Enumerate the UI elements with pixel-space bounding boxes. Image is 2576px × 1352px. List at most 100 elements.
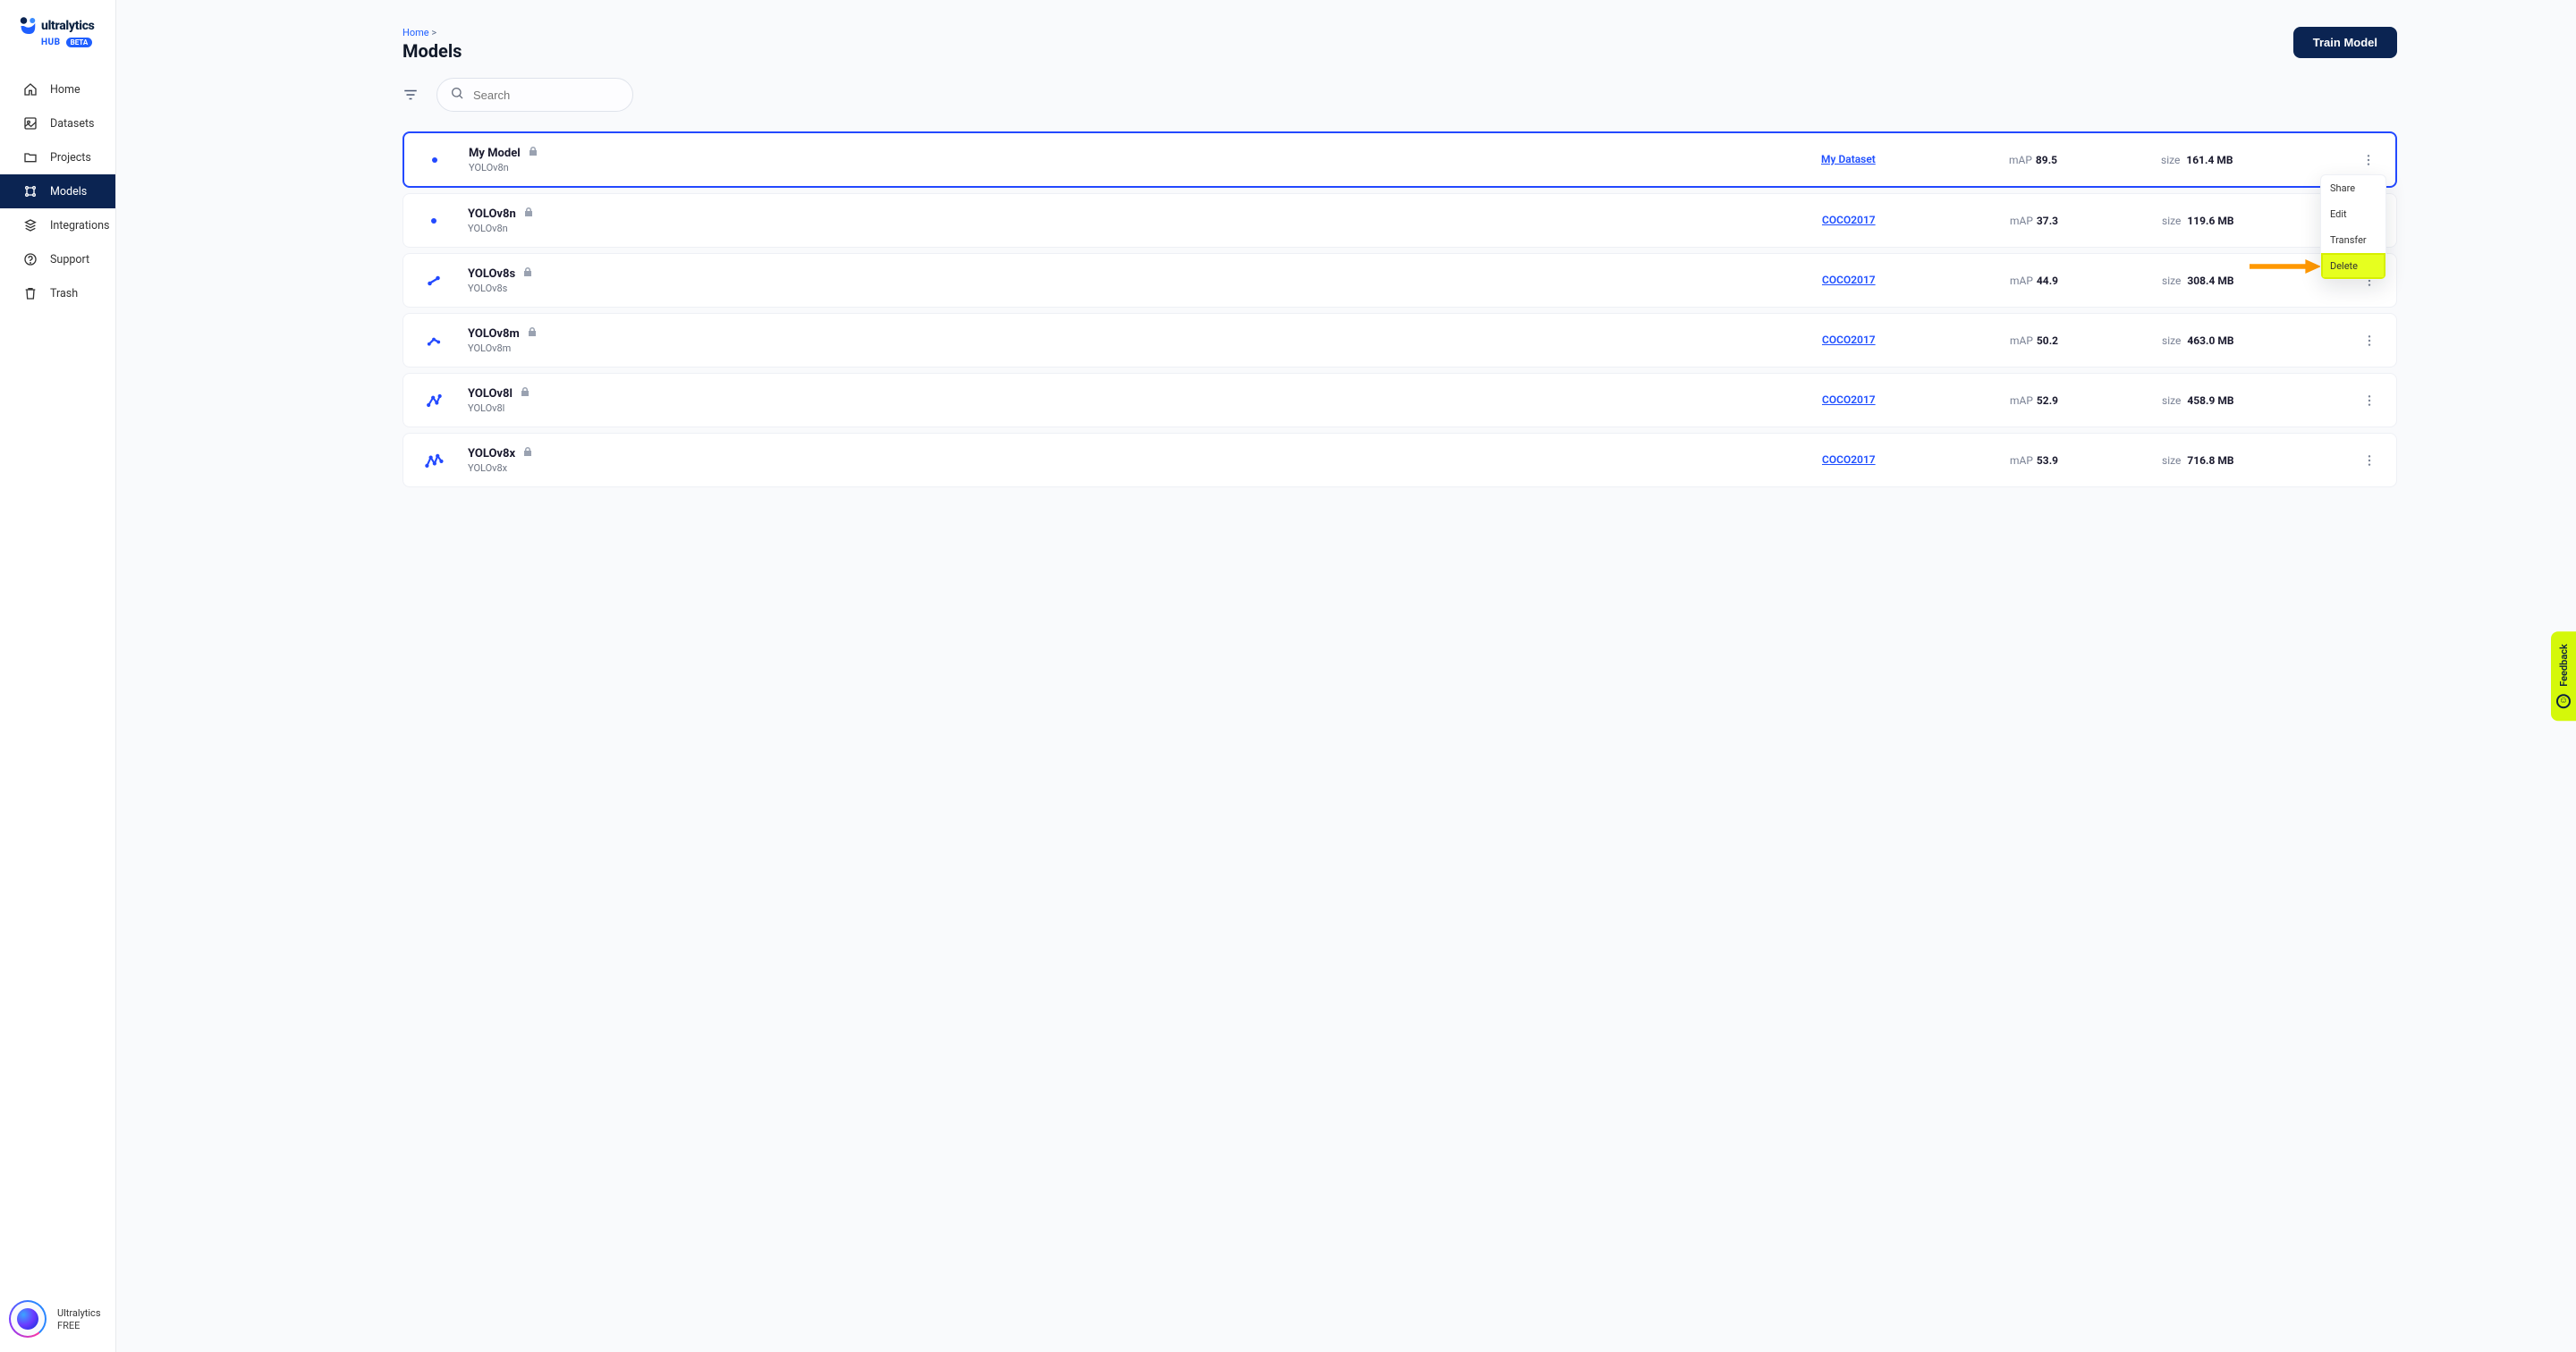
- metric-size: size 308.4 MB: [2162, 275, 2341, 287]
- dataset-link[interactable]: COCO2017: [1822, 274, 1876, 286]
- metric-map: mAP53.9: [2010, 454, 2153, 467]
- row-menu-button[interactable]: [2350, 393, 2377, 408]
- feedback-tab[interactable]: Feedback ☺: [2551, 631, 2576, 721]
- model-name: YOLOv8m: [468, 327, 520, 341]
- model-arch: YOLOv8l: [468, 402, 1813, 414]
- model-type-icon: [423, 390, 445, 411]
- home-icon: [23, 82, 38, 97]
- page-title: Models: [402, 40, 462, 62]
- table-row[interactable]: YOLOv8n YOLOv8n COCO2017 mAP37.3 size 119.6 …: [402, 193, 2397, 248]
- integrations-icon: [23, 218, 38, 232]
- model-name: YOLOv8n: [468, 207, 516, 221]
- breadcrumb-home[interactable]: Home: [402, 27, 429, 38]
- lock-icon: [523, 207, 534, 221]
- metric-size: size 463.0 MB: [2162, 334, 2341, 347]
- dataset-link[interactable]: COCO2017: [1822, 453, 1876, 466]
- main-content: Home > Models Train Model My Model YOLOv8…: [116, 0, 2576, 1352]
- breadcrumb-sep: >: [431, 27, 436, 38]
- model-arch: YOLOv8x: [468, 462, 1813, 474]
- sidebar-item-label: Projects: [50, 151, 91, 165]
- dataset-link[interactable]: My Dataset: [1821, 153, 1876, 165]
- metric-map: mAP44.9: [2010, 275, 2153, 287]
- feedback-face-icon: ☺: [2556, 694, 2571, 708]
- models-icon: [23, 184, 38, 199]
- sidebar-item-integrations[interactable]: Integrations: [0, 208, 115, 242]
- lock-icon: [520, 386, 530, 401]
- sidebar-item-label: Datasets: [50, 117, 95, 131]
- sidebar-item-label: Trash: [50, 287, 78, 300]
- table-row[interactable]: My Model YOLOv8n My Dataset mAP89.5 size 161…: [402, 131, 2397, 188]
- dataset-icon: [23, 116, 38, 131]
- row-menu-button[interactable]: [2350, 453, 2377, 468]
- metric-map: mAP50.2: [2010, 334, 2153, 347]
- model-arch: YOLOv8n: [469, 162, 1812, 173]
- trash-icon: [23, 286, 38, 300]
- sidebar: ultralytics HUB BETA Home Datasets: [0, 0, 116, 1352]
- model-type-icon: [423, 270, 445, 292]
- table-row[interactable]: YOLOv8lYOLOv8lCOCO2017mAP52.9size 458.9 …: [402, 373, 2397, 427]
- row-menu-button[interactable]: [2350, 334, 2377, 348]
- user-name: Ultralytics: [57, 1306, 101, 1320]
- table-row[interactable]: YOLOv8s YOLOv8s COCO2017 mAP44.9 size 308.4 …: [402, 253, 2397, 308]
- lock-icon: [522, 446, 533, 461]
- dataset-link[interactable]: COCO2017: [1822, 334, 1876, 346]
- beta-badge: BETA: [66, 38, 93, 47]
- filter-icon[interactable]: [402, 87, 419, 103]
- model-name: YOLOv8s: [468, 267, 515, 281]
- avatar: [9, 1300, 47, 1338]
- metric-map: mAP37.3: [2010, 215, 2153, 227]
- nav: Home Datasets Projects Models: [0, 72, 115, 1288]
- sidebar-item-models[interactable]: Models: [0, 174, 115, 208]
- sidebar-item-projects[interactable]: Projects: [0, 140, 115, 174]
- model-name: YOLOv8x: [468, 447, 515, 461]
- user-plan: FREE: [57, 1320, 101, 1331]
- model-name: My Model: [469, 147, 521, 160]
- metric-map: mAP52.9: [2010, 394, 2153, 407]
- model-name: YOLOv8l: [468, 387, 513, 401]
- table-row[interactable]: YOLOv8mYOLOv8m COCO2017 mAP50.2 size 463.0 …: [402, 313, 2397, 368]
- model-type-icon: [423, 330, 445, 351]
- dataset-link[interactable]: COCO2017: [1822, 393, 1876, 406]
- row-menu-button[interactable]: [2349, 153, 2376, 167]
- metric-size: size 161.4 MB: [2161, 154, 2340, 166]
- menu-share[interactable]: Share: [2321, 175, 2385, 201]
- sidebar-item-label: Home: [50, 83, 80, 97]
- sidebar-item-trash[interactable]: Trash: [0, 276, 115, 310]
- model-arch: YOLOv8s: [468, 283, 1813, 294]
- sidebar-item-support[interactable]: Support: [0, 242, 115, 276]
- search-icon: [450, 86, 464, 104]
- logo-icon: [20, 16, 36, 36]
- sidebar-footer[interactable]: Ultralytics FREE: [0, 1288, 115, 1352]
- sidebar-item-label: Support: [50, 253, 89, 266]
- metric-map: mAP89.5: [2009, 154, 2152, 166]
- dataset-link[interactable]: COCO2017: [1822, 214, 1876, 226]
- model-arch: YOLOv8m: [468, 342, 1813, 354]
- row-context-menu: Share Edit Transfer Delete: [2320, 174, 2386, 280]
- search-input[interactable]: [473, 89, 631, 102]
- sidebar-item-label: Models: [50, 185, 87, 199]
- sidebar-item-datasets[interactable]: Datasets: [0, 106, 115, 140]
- menu-transfer[interactable]: Transfer: [2321, 227, 2385, 253]
- table-row[interactable]: YOLOv8xYOLOv8x COCO2017 mAP53.9 size 716.8 …: [402, 433, 2397, 487]
- model-arch: YOLOv8n: [468, 223, 1813, 234]
- support-icon: [23, 252, 38, 266]
- logo-area: ultralytics HUB BETA: [0, 0, 115, 56]
- menu-delete[interactable]: Delete: [2321, 253, 2385, 279]
- sidebar-item-label: Integrations: [50, 219, 109, 232]
- metric-size: size 119.6 MB: [2162, 215, 2341, 227]
- lock-icon: [528, 146, 538, 160]
- menu-edit[interactable]: Edit: [2321, 201, 2385, 227]
- metric-size: size 716.8 MB: [2162, 454, 2341, 467]
- model-type-icon: [424, 149, 445, 171]
- models-list: My Model YOLOv8n My Dataset mAP89.5 size 161…: [402, 131, 2397, 487]
- model-type-icon: [423, 450, 445, 471]
- breadcrumb: Home >: [402, 27, 462, 38]
- sidebar-item-home[interactable]: Home: [0, 72, 115, 106]
- brand-sub: HUB: [41, 38, 61, 47]
- model-type-icon: [423, 210, 445, 232]
- feedback-label: Feedback: [2558, 644, 2570, 687]
- search-box[interactable]: [436, 78, 633, 112]
- train-model-button[interactable]: Train Model: [2293, 27, 2397, 58]
- folder-icon: [23, 150, 38, 165]
- brand-name: ultralytics: [41, 19, 95, 33]
